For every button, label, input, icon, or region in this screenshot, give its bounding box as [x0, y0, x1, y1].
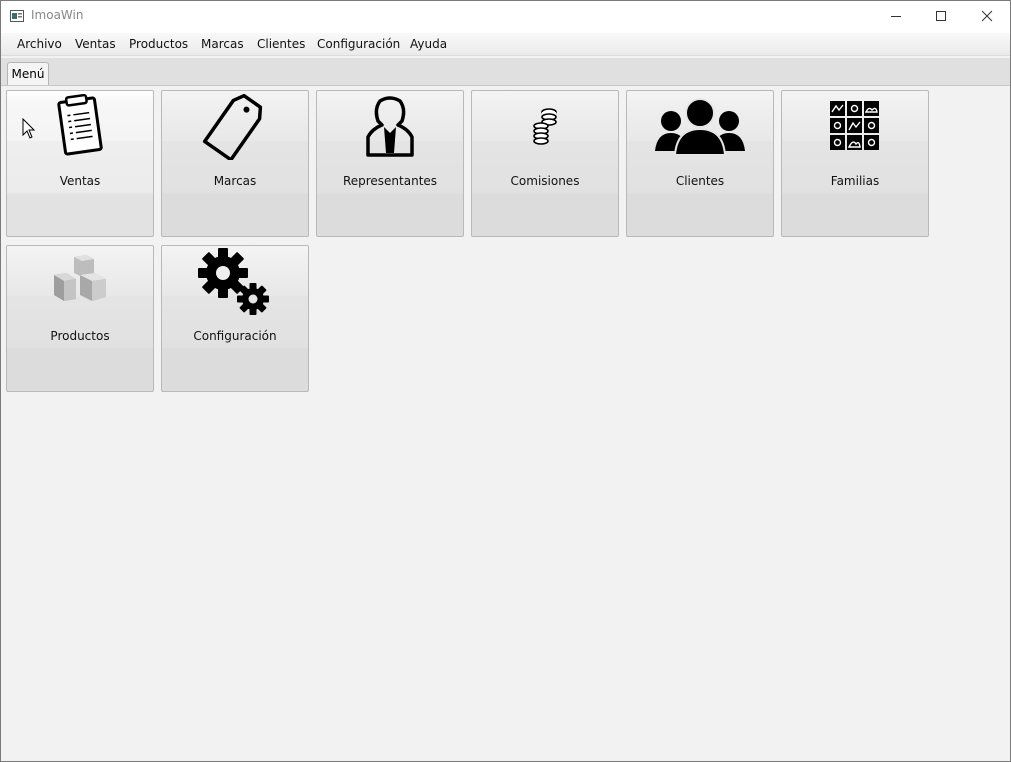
- tile-label: Marcas: [213, 174, 257, 188]
- gears-icon: [162, 248, 308, 315]
- tile-familias[interactable]: Familias: [781, 90, 929, 237]
- tile-representantes[interactable]: Representantes: [316, 90, 464, 237]
- maximize-icon: [936, 11, 946, 21]
- maximize-button[interactable]: [918, 1, 964, 31]
- tile-label: Productos: [50, 329, 110, 343]
- title-bar: ImoaWin: [1, 1, 1010, 33]
- tile-label: Configuración: [193, 329, 277, 343]
- menu-archivo[interactable]: Archivo: [17, 37, 62, 51]
- tile-productos[interactable]: Productos: [6, 245, 154, 392]
- close-icon: [981, 10, 993, 22]
- tile-label: Representantes: [342, 174, 438, 188]
- coin-stack-icon: [472, 93, 618, 159]
- boxes-icon: [7, 248, 153, 314]
- tile-comisiones[interactable]: Comisiones: [471, 90, 619, 237]
- group-people-icon: [627, 93, 773, 159]
- window-title: ImoaWin: [31, 8, 84, 22]
- tile-label: Comisiones: [510, 174, 580, 188]
- minimize-button[interactable]: [873, 1, 919, 31]
- tab-menu[interactable]: Menú: [7, 62, 49, 85]
- tile-marcas[interactable]: Marcas: [161, 90, 309, 237]
- menu-clientes[interactable]: Clientes: [257, 37, 305, 51]
- tile-clientes[interactable]: Clientes: [626, 90, 774, 237]
- close-button[interactable]: [964, 1, 1010, 31]
- menu-configuracion[interactable]: Configuración: [317, 37, 400, 51]
- app-icon: [10, 10, 24, 22]
- menu-productos[interactable]: Productos: [129, 37, 188, 51]
- menu-ventas[interactable]: Ventas: [75, 37, 116, 51]
- menu-marcas[interactable]: Marcas: [201, 37, 244, 51]
- tile-label: Ventas: [59, 174, 101, 188]
- person-tie-icon: [317, 93, 463, 159]
- tab-strip: Menú: [1, 58, 1010, 86]
- mouse-cursor-icon: [22, 117, 36, 143]
- tile-ventas[interactable]: Ventas: [6, 90, 154, 237]
- tile-label: Familias: [830, 174, 880, 188]
- menu-ayuda[interactable]: Ayuda: [410, 37, 447, 51]
- minimize-icon: [891, 16, 901, 17]
- menu-bar: Archivo Ventas Productos Marcas Clientes…: [1, 33, 1010, 56]
- tag-icon: [162, 93, 308, 160]
- tile-configuracion[interactable]: Configuración: [161, 245, 309, 392]
- image-grid-icon: [782, 93, 928, 159]
- tile-label: Clientes: [675, 174, 725, 188]
- app-window: ImoaWin Archivo Ventas Productos Marcas …: [0, 0, 1011, 762]
